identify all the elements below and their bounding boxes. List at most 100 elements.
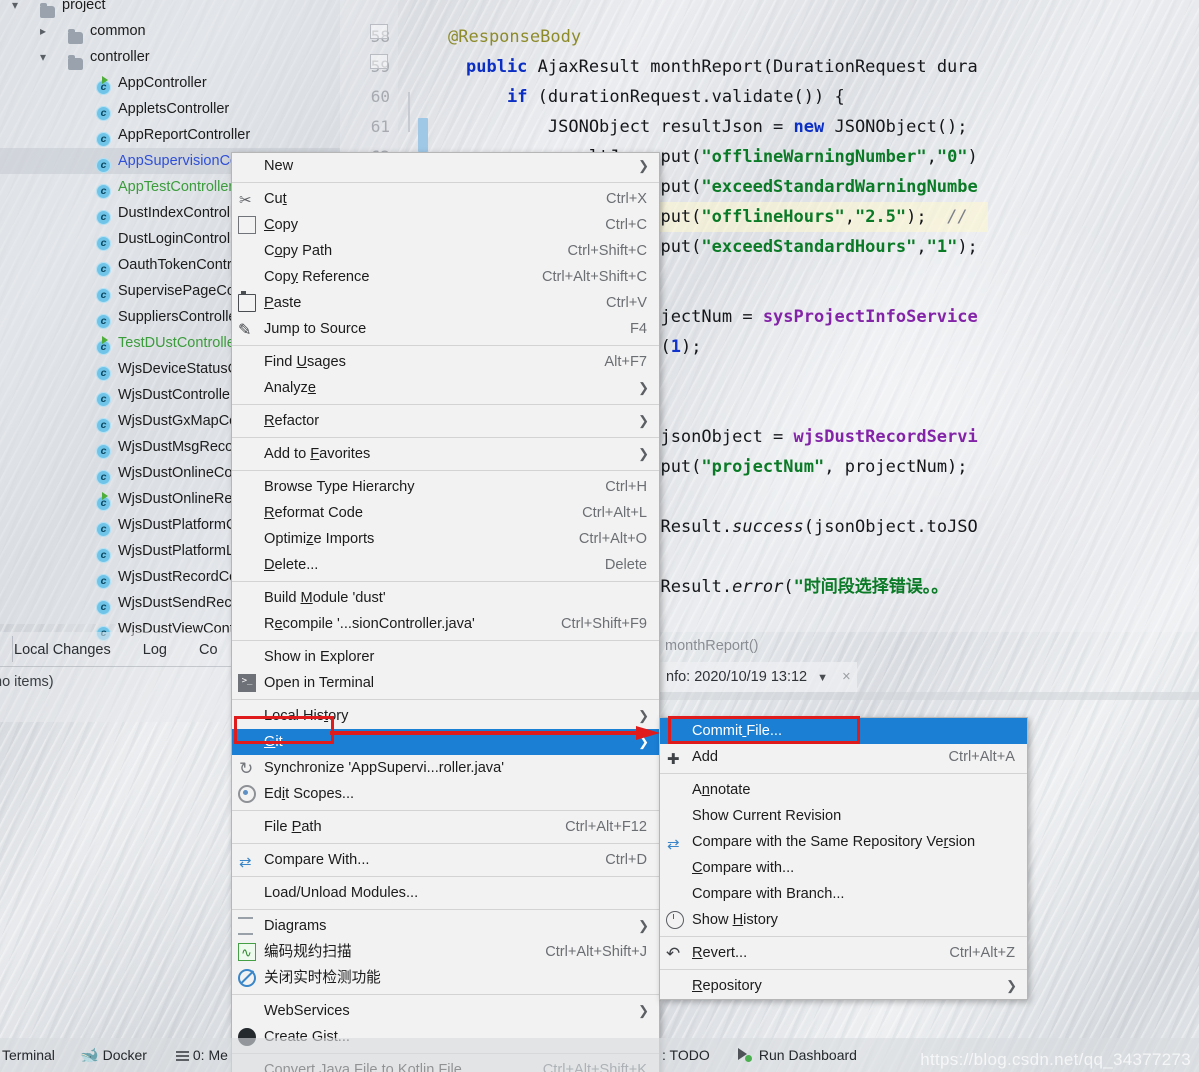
- context-menu-item-label: Refactor: [264, 413, 319, 429]
- tree-item[interactable]: ▾controller: [0, 44, 340, 70]
- context-menu-item[interactable]: PasteCtrl+V: [232, 290, 659, 316]
- context-menu-item[interactable]: Analyze❯: [232, 375, 659, 401]
- git-submenu-item[interactable]: Compare with Branch...: [660, 881, 1027, 907]
- context-menu-item[interactable]: File PathCtrl+Alt+F12: [232, 814, 659, 840]
- context-menu-item[interactable]: Build Module 'dust': [232, 585, 659, 611]
- tree-item[interactable]: cAppletsController: [0, 96, 340, 122]
- class-icon: c: [96, 304, 111, 330]
- chevron-right-icon[interactable]: ▸: [40, 18, 46, 44]
- vcs-tab-log[interactable]: Log: [129, 642, 181, 658]
- status-messages-label: 0: Me: [193, 1047, 228, 1063]
- context-menu-item-shortcut: Ctrl+V: [606, 290, 647, 316]
- context-menu-item[interactable]: New❯: [232, 153, 659, 179]
- tree-item-label: TestDUstController: [118, 330, 240, 356]
- git-submenu-item[interactable]: Revert...Ctrl+Alt+Z: [660, 940, 1027, 966]
- messages-icon: [176, 1051, 189, 1061]
- context-menu-item-label: Optimize Imports: [264, 531, 374, 547]
- git-submenu-item[interactable]: Repository❯: [660, 973, 1027, 999]
- vcs-tab-console[interactable]: Co: [185, 642, 232, 658]
- close-icon[interactable]: ×: [842, 669, 850, 685]
- context-menu-item[interactable]: Show in Explorer: [232, 644, 659, 670]
- fold-marker-down-icon[interactable]: [368, 52, 390, 70]
- git-submenu[interactable]: Commit File...AddCtrl+Alt+AAnnotateShow …: [659, 717, 1028, 1000]
- fold-marker-up-icon[interactable]: [368, 22, 390, 40]
- context-menu-item[interactable]: Find UsagesAlt+F7: [232, 349, 659, 375]
- status-terminal[interactable]: Terminal: [2, 1038, 55, 1072]
- status-docker[interactable]: 🐋 Docker: [80, 1038, 147, 1072]
- context-menu-item-shortcut: Ctrl+Alt+Shift+C: [542, 264, 647, 290]
- context-menu-item[interactable]: Delete...Delete: [232, 552, 659, 578]
- context-menu-item[interactable]: Load/Unload Modules...: [232, 880, 659, 906]
- context-menu-item[interactable]: Synchronize 'AppSupervi...roller.java': [232, 755, 659, 781]
- class-icon: c: [96, 460, 111, 486]
- status-run-dashboard[interactable]: Run Dashboard: [738, 1038, 857, 1072]
- class-icon: c: [96, 226, 111, 252]
- context-menu-item-shortcut: Ctrl+Alt+O: [579, 526, 647, 552]
- context-menu-item-label: Open in Terminal: [264, 675, 374, 691]
- context-menu-item-label: File Path: [264, 819, 322, 835]
- context-menu-item[interactable]: Git❯: [232, 729, 659, 755]
- context-menu-item[interactable]: Optimize Imports Ctrl+Alt+O: [232, 526, 659, 552]
- context-menu-item-label: Add to Favorites: [264, 446, 370, 462]
- tree-item[interactable]: ▸common: [0, 18, 340, 44]
- git-submenu-item[interactable]: Show History: [660, 907, 1027, 933]
- vcs-tab-strip[interactable]: Local Changes Log Co: [0, 634, 232, 666]
- tree-item[interactable]: cAppReportController: [0, 122, 340, 148]
- context-menu-item[interactable]: CutCtrl+X: [232, 186, 659, 212]
- git-submenu-item[interactable]: Annotate: [660, 777, 1027, 803]
- context-menu-item[interactable]: CopyCtrl+C: [232, 212, 659, 238]
- terminal-icon: >_: [238, 674, 256, 692]
- code-line[interactable]: JSONObject resultJson = new JSONObject()…: [466, 112, 968, 142]
- git-submenu-item-shortcut: Ctrl+Alt+A: [948, 744, 1015, 770]
- git-submenu-item[interactable]: Show Current Revision: [660, 803, 1027, 829]
- scan-icon: [238, 943, 256, 961]
- editor-scroll-indicator[interactable]: [418, 118, 428, 152]
- line-number: 61: [340, 112, 390, 142]
- context-menu-item[interactable]: Local History❯: [232, 703, 659, 729]
- tree-item[interactable]: cAppController: [0, 70, 340, 96]
- context-menu-item[interactable]: Add to Favorites❯: [232, 441, 659, 467]
- menu-separator: [232, 182, 659, 183]
- context-menu-item[interactable]: >_ Open in Terminal: [232, 670, 659, 696]
- context-menu-item-shortcut: Ctrl+Shift+C: [568, 238, 647, 264]
- context-menu-item[interactable]: Recompile '...sionController.java'Ctrl+S…: [232, 611, 659, 637]
- context-menu-item[interactable]: Compare With...Ctrl+D: [232, 847, 659, 873]
- code-line[interactable]: if (durationRequest.validate()) {: [466, 82, 845, 112]
- chevron-down-icon[interactable]: ▾: [12, 0, 18, 18]
- class-icon: c: [96, 278, 111, 304]
- git-submenu-item[interactable]: Commit File...: [660, 718, 1027, 744]
- context-menu-item[interactable]: Copy ReferenceCtrl+Alt+Shift+C: [232, 264, 659, 290]
- context-menu-item[interactable]: Refactor❯: [232, 408, 659, 434]
- class-icon: c: [96, 408, 111, 434]
- git-submenu-item[interactable]: Compare with the Same Repository Version: [660, 829, 1027, 855]
- tree-item[interactable]: ▾project: [0, 0, 340, 18]
- plus-icon: [666, 748, 684, 766]
- context-menu-item[interactable]: Jump to SourceF4: [232, 316, 659, 342]
- context-menu-item-label: Git: [264, 734, 283, 750]
- context-menu-item-label: Copy Path: [264, 243, 332, 259]
- context-menu-item[interactable]: Browse Type HierarchyCtrl+H: [232, 474, 659, 500]
- file-context-menu[interactable]: New❯ CutCtrl+XCopyCtrl+C Copy Path Ctrl+Shi…: [231, 152, 660, 1072]
- sync-icon: [238, 759, 256, 777]
- chevron-down-icon[interactable]: ▾: [40, 44, 46, 70]
- ide-window: ▾project▸common▾controllercAppController…: [0, 0, 1199, 1072]
- context-menu-item[interactable]: Reformat CodeCtrl+Alt+L: [232, 500, 659, 526]
- code-line[interactable]: @ResponseBody: [448, 22, 581, 52]
- context-menu-item[interactable]: Copy Path Ctrl+Shift+C: [232, 238, 659, 264]
- git-submenu-item[interactable]: Compare with...: [660, 855, 1027, 881]
- clock-icon: [666, 911, 684, 929]
- context-menu-item[interactable]: Edit Scopes...: [232, 781, 659, 807]
- vcs-tab-local-changes[interactable]: Local Changes: [0, 642, 125, 658]
- context-menu-item-shortcut: Ctrl+Alt+L: [582, 500, 647, 526]
- status-messages[interactable]: 0: Me: [176, 1038, 228, 1072]
- context-menu-item[interactable]: 关闭实时检测功能: [232, 965, 659, 991]
- status-todo-label: : TODO: [662, 1047, 710, 1063]
- annotation-info-chip[interactable]: nfo: 2020/10/19 13:12 ▼ ×: [660, 662, 857, 692]
- context-menu-item[interactable]: 编码规约扫描Ctrl+Alt+Shift+J: [232, 939, 659, 965]
- chevron-down-icon[interactable]: ▼: [817, 672, 828, 684]
- context-menu-item[interactable]: Diagrams❯: [232, 913, 659, 939]
- context-menu-item[interactable]: WebServices❯: [232, 998, 659, 1024]
- status-todo[interactable]: : TODO: [662, 1038, 710, 1072]
- git-submenu-item[interactable]: AddCtrl+Alt+A: [660, 744, 1027, 770]
- code-line[interactable]: public AjaxResult monthReport(DurationRe…: [466, 52, 978, 82]
